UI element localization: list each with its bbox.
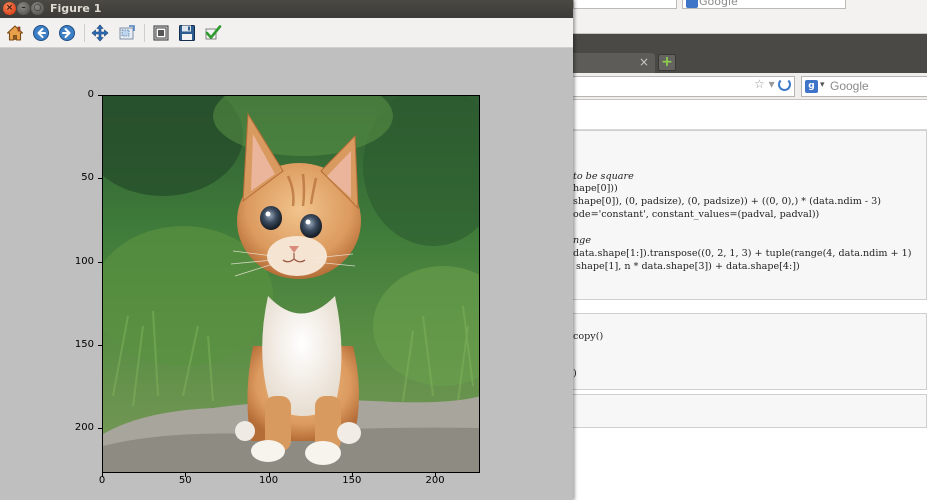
tab-close-icon[interactable]: × <box>639 55 649 69</box>
search-engine-caret-icon[interactable]: ▾ <box>820 80 825 90</box>
browser-top-strip: Google <box>573 0 927 34</box>
y-tick-mark <box>98 261 102 263</box>
kitten-image <box>103 96 479 472</box>
zoom-button[interactable] <box>118 24 136 42</box>
code-line: copy() <box>573 331 604 342</box>
search-bar[interactable]: g ▾ Google <box>801 76 927 97</box>
code-cell[interactable] <box>573 394 927 428</box>
code-line: data.shape[1:]).transpose((0, 2, 1, 3) +… <box>573 248 912 259</box>
code-line: ode='constant', constant_values=(padval,… <box>573 209 820 220</box>
image-axes[interactable] <box>102 95 480 473</box>
partial-search-label: Google <box>699 0 738 8</box>
home-button[interactable] <box>6 24 24 42</box>
figure-window[interactable]: × – ○ Figure 1 0 50 100 150 200 0 50 100… <box>0 0 573 500</box>
edit-parameters-button[interactable] <box>204 24 222 42</box>
notebook-header <box>573 100 927 130</box>
reload-icon[interactable] <box>778 78 791 91</box>
toolbar-separator <box>144 24 145 42</box>
back-button[interactable] <box>32 24 50 42</box>
y-tick-label: 150 <box>74 338 94 350</box>
toolbar-separator <box>84 24 85 42</box>
maximize-window-button[interactable]: ○ <box>31 2 44 15</box>
save-button[interactable] <box>178 24 196 42</box>
bookmark-star-icon[interactable]: ☆ ▾ <box>754 77 775 91</box>
code-line: hape[0])) <box>573 183 618 194</box>
notebook-page: to be square hape[0])) shape[0]), (0, pa… <box>573 100 927 500</box>
forward-button[interactable] <box>58 24 76 42</box>
y-tick-mark <box>98 95 102 96</box>
code-line: shape[0]), (0, padsize), (0, padsize)) +… <box>573 196 882 207</box>
y-tick-mark <box>98 344 102 346</box>
code-cell[interactable]: to be square hape[0])) shape[0]), (0, pa… <box>573 130 927 300</box>
y-tick-label: 100 <box>74 255 94 267</box>
y-tick-label: 50 <box>81 172 94 184</box>
code-cell[interactable]: copy() ) <box>573 313 927 390</box>
y-tick-mark <box>98 178 102 180</box>
back-arrow-icon <box>33 25 49 41</box>
code-line: shape[1], n * data.shape[3]) + data.shap… <box>573 261 800 272</box>
pan-arrows-icon <box>91 24 109 42</box>
browser-tab-bar: × + <box>573 34 927 73</box>
checkmark-icon <box>205 25 222 40</box>
search-bar-placeholder: Google <box>830 79 869 93</box>
window-titlebar[interactable]: × – ○ Figure 1 <box>0 0 573 18</box>
x-tick-label: 0 <box>98 475 106 486</box>
figure-toolbar <box>0 18 573 48</box>
x-tick-label: 50 <box>178 475 192 486</box>
new-tab-button[interactable]: + <box>658 54 676 71</box>
minimize-window-button[interactable]: – <box>17 2 30 15</box>
code-line: ) <box>573 368 577 379</box>
pan-button[interactable] <box>91 24 109 42</box>
google-icon[interactable]: g <box>805 80 818 93</box>
window-title: Figure 1 <box>50 2 102 15</box>
x-tick-label: 200 <box>425 475 445 486</box>
code-line: to be square <box>573 171 634 182</box>
partial-search-bar[interactable]: Google <box>682 0 846 9</box>
y-tick-label: 0 <box>87 89 94 100</box>
configure-subplots-button[interactable] <box>152 24 170 42</box>
y-tick-mark <box>98 428 102 430</box>
browser-nav-bar: ☆ ▾ g ▾ Google <box>573 73 927 100</box>
subplots-icon <box>153 25 169 41</box>
y-tick-label: 200 <box>74 422 94 434</box>
zoom-rect-icon <box>119 25 135 40</box>
partial-url-bar[interactable] <box>573 0 677 9</box>
code-line: nge <box>573 235 591 246</box>
close-window-button[interactable]: × <box>3 2 16 15</box>
floppy-disk-icon <box>179 25 195 41</box>
x-tick-label: 100 <box>258 475 279 486</box>
google-icon <box>686 0 698 8</box>
x-tick-label: 150 <box>342 475 362 486</box>
forward-arrow-icon <box>59 25 75 41</box>
home-icon <box>6 25 24 41</box>
